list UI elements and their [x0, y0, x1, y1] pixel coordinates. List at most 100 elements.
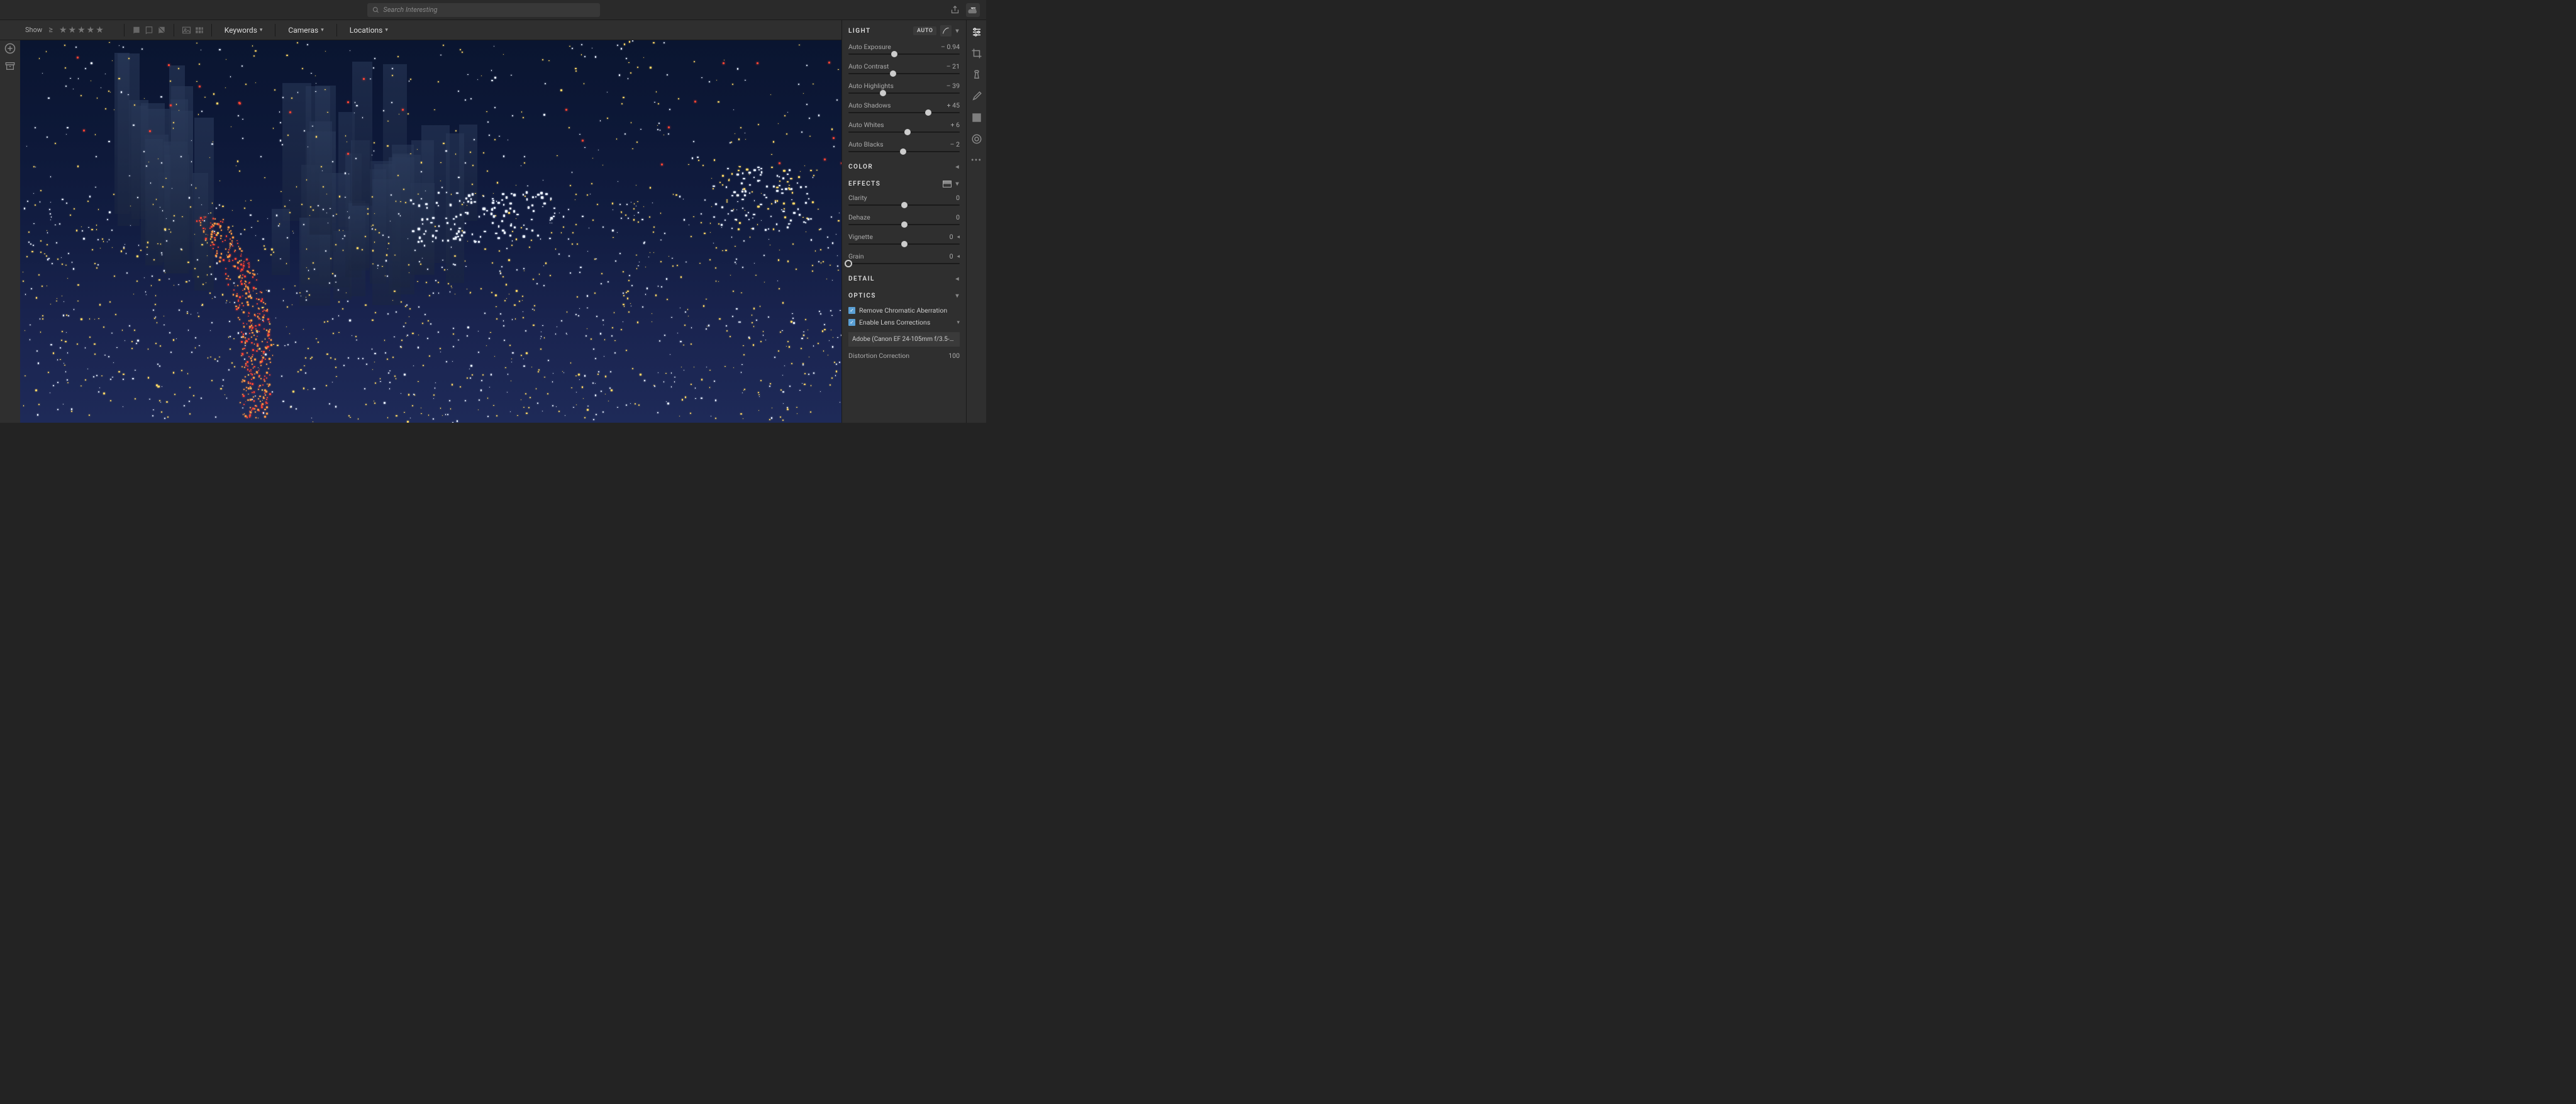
chevron-left-icon[interactable]: ◂ — [957, 234, 960, 240]
search-icon — [372, 6, 379, 14]
slider-label: Dehaze — [848, 213, 870, 221]
optics-section-header[interactable]: OPTICS ▾ — [842, 287, 966, 304]
cameras-dropdown[interactable]: Cameras▾ — [283, 26, 328, 35]
chevron-down-icon: ▾ — [955, 181, 960, 187]
chevron-down-icon: ▾ — [955, 293, 960, 299]
flag-reject-icon[interactable] — [157, 26, 166, 35]
light-title: LIGHT — [848, 28, 871, 35]
slider-track[interactable] — [848, 263, 960, 264]
chevron-down-icon: ▾ — [321, 27, 324, 33]
effects-title: EFFECTS — [848, 181, 880, 187]
star-3[interactable]: ★ — [77, 25, 86, 35]
locations-label: Locations — [350, 26, 383, 35]
main-photo-viewport[interactable] — [20, 40, 841, 423]
slider-track[interactable] — [848, 112, 960, 113]
slider-track[interactable] — [848, 131, 960, 133]
cloud-sync-icon[interactable] — [967, 6, 979, 14]
slider-value: 0 — [950, 233, 953, 241]
divider — [336, 24, 337, 36]
add-photos-icon[interactable] — [4, 43, 16, 54]
slider-value: – 2 — [950, 140, 960, 148]
slider-label: Auto Whites — [848, 121, 884, 129]
grid-view-icon[interactable] — [195, 26, 204, 34]
slider-label: Auto Shadows — [848, 101, 891, 109]
radial-gradient-icon[interactable] — [971, 133, 982, 145]
checkbox-checked-icon[interactable]: ✓ — [848, 319, 855, 326]
slider-track[interactable] — [848, 92, 960, 94]
slider-track[interactable] — [848, 53, 960, 55]
slider-track[interactable] — [848, 243, 960, 245]
photo-view-icon[interactable] — [182, 26, 191, 34]
chevron-left-icon[interactable]: ◂ — [957, 254, 960, 260]
light-slider-row: Auto Contrast– 21 — [842, 61, 966, 81]
light-slider-row: Auto Blacks– 2 — [842, 139, 966, 159]
distortion-value: 100 — [948, 352, 960, 360]
slider-handle[interactable] — [890, 70, 896, 77]
effects-slider-row: Vignette0◂ — [842, 231, 966, 251]
search-input[interactable] — [383, 6, 595, 14]
linear-gradient-icon[interactable] — [971, 112, 982, 123]
chromatic-label: Remove Chromatic Aberration — [859, 306, 947, 315]
slider-track[interactable] — [848, 151, 960, 152]
keywords-label: Keywords — [225, 26, 257, 35]
detail-section-header[interactable]: DETAIL ◂ — [842, 270, 966, 287]
slider-value: 0 — [956, 213, 960, 221]
chevron-down-icon: ▾ — [260, 27, 263, 33]
split-tone-icon[interactable] — [943, 181, 952, 187]
slider-handle[interactable] — [925, 109, 931, 116]
effects-section-header[interactable]: EFFECTS ▾ — [842, 176, 966, 192]
slider-handle[interactable] — [901, 241, 908, 247]
flag-unflagged-icon[interactable] — [145, 26, 153, 35]
crop-icon[interactable] — [971, 48, 982, 59]
chromatic-aberration-checkbox-row[interactable]: ✓ Remove Chromatic Aberration — [842, 304, 966, 316]
auto-button[interactable]: AUTO — [913, 26, 936, 35]
slider-label: Auto Highlights — [848, 82, 894, 90]
slider-track[interactable] — [848, 204, 960, 206]
slider-handle[interactable] — [891, 51, 897, 57]
more-icon[interactable]: ••• — [971, 155, 982, 166]
lens-corrections-checkbox-row[interactable]: ✓ Enable Lens Corrections ▾ — [842, 316, 966, 328]
effects-slider-row: Grain0◂ — [842, 251, 966, 270]
light-slider-row: Auto Shadows + 45 — [842, 100, 966, 120]
slider-value: + 45 — [947, 101, 960, 109]
slider-handle[interactable] — [845, 260, 852, 267]
slider-handle[interactable] — [901, 202, 908, 208]
detail-title: DETAIL — [848, 276, 875, 282]
star-1[interactable]: ★ — [59, 25, 67, 35]
tone-curve-button[interactable] — [940, 25, 952, 36]
healing-brush-icon[interactable] — [971, 69, 982, 81]
filter-bar: Show ≥ ★ ★ ★ ★ ★ Keywords▾ Cameras▾ Loca… — [0, 20, 986, 40]
slider-handle[interactable] — [904, 129, 911, 135]
star-4[interactable]: ★ — [87, 25, 95, 35]
flag-pick-icon[interactable] — [132, 26, 141, 35]
gte-icon[interactable]: ≥ — [48, 25, 53, 35]
left-toolbar — [0, 40, 20, 423]
brush-icon[interactable] — [971, 91, 982, 102]
edit-sliders-icon[interactable] — [971, 26, 982, 38]
locations-dropdown[interactable]: Locations▾ — [345, 26, 393, 35]
star-2[interactable]: ★ — [69, 25, 77, 35]
divider — [211, 24, 212, 36]
star-5[interactable]: ★ — [96, 25, 104, 35]
slider-track[interactable] — [848, 73, 960, 74]
effects-slider-row: Dehaze 0 — [842, 212, 966, 231]
color-section-header[interactable]: COLOR ◂ — [842, 159, 966, 176]
light-slider-row: Auto Highlights– 39 — [842, 81, 966, 100]
checkbox-checked-icon[interactable]: ✓ — [848, 307, 855, 314]
search-container — [367, 3, 600, 17]
light-section-header[interactable]: LIGHT AUTO ▾ — [842, 20, 966, 42]
archive-icon[interactable] — [5, 62, 15, 70]
share-icon[interactable] — [950, 5, 960, 14]
slider-handle[interactable] — [900, 148, 906, 155]
slider-track[interactable] — [848, 224, 960, 225]
chevron-down-icon[interactable]: ▾ — [955, 28, 960, 35]
slider-handle[interactable] — [880, 90, 886, 96]
chevron-down-icon[interactable]: ▾ — [957, 320, 960, 326]
keywords-dropdown[interactable]: Keywords▾ — [219, 26, 268, 35]
light-slider-row: Auto Exposure– 0.94 — [842, 42, 966, 61]
right-toolbar: ••• — [966, 20, 986, 423]
slider-value: – 0.94 — [941, 43, 960, 51]
cameras-label: Cameras — [288, 26, 318, 35]
lens-profile-selector[interactable]: Adobe (Canon EF 24-105mm f/3.5-5.… — [848, 332, 960, 347]
slider-handle[interactable] — [901, 221, 908, 228]
